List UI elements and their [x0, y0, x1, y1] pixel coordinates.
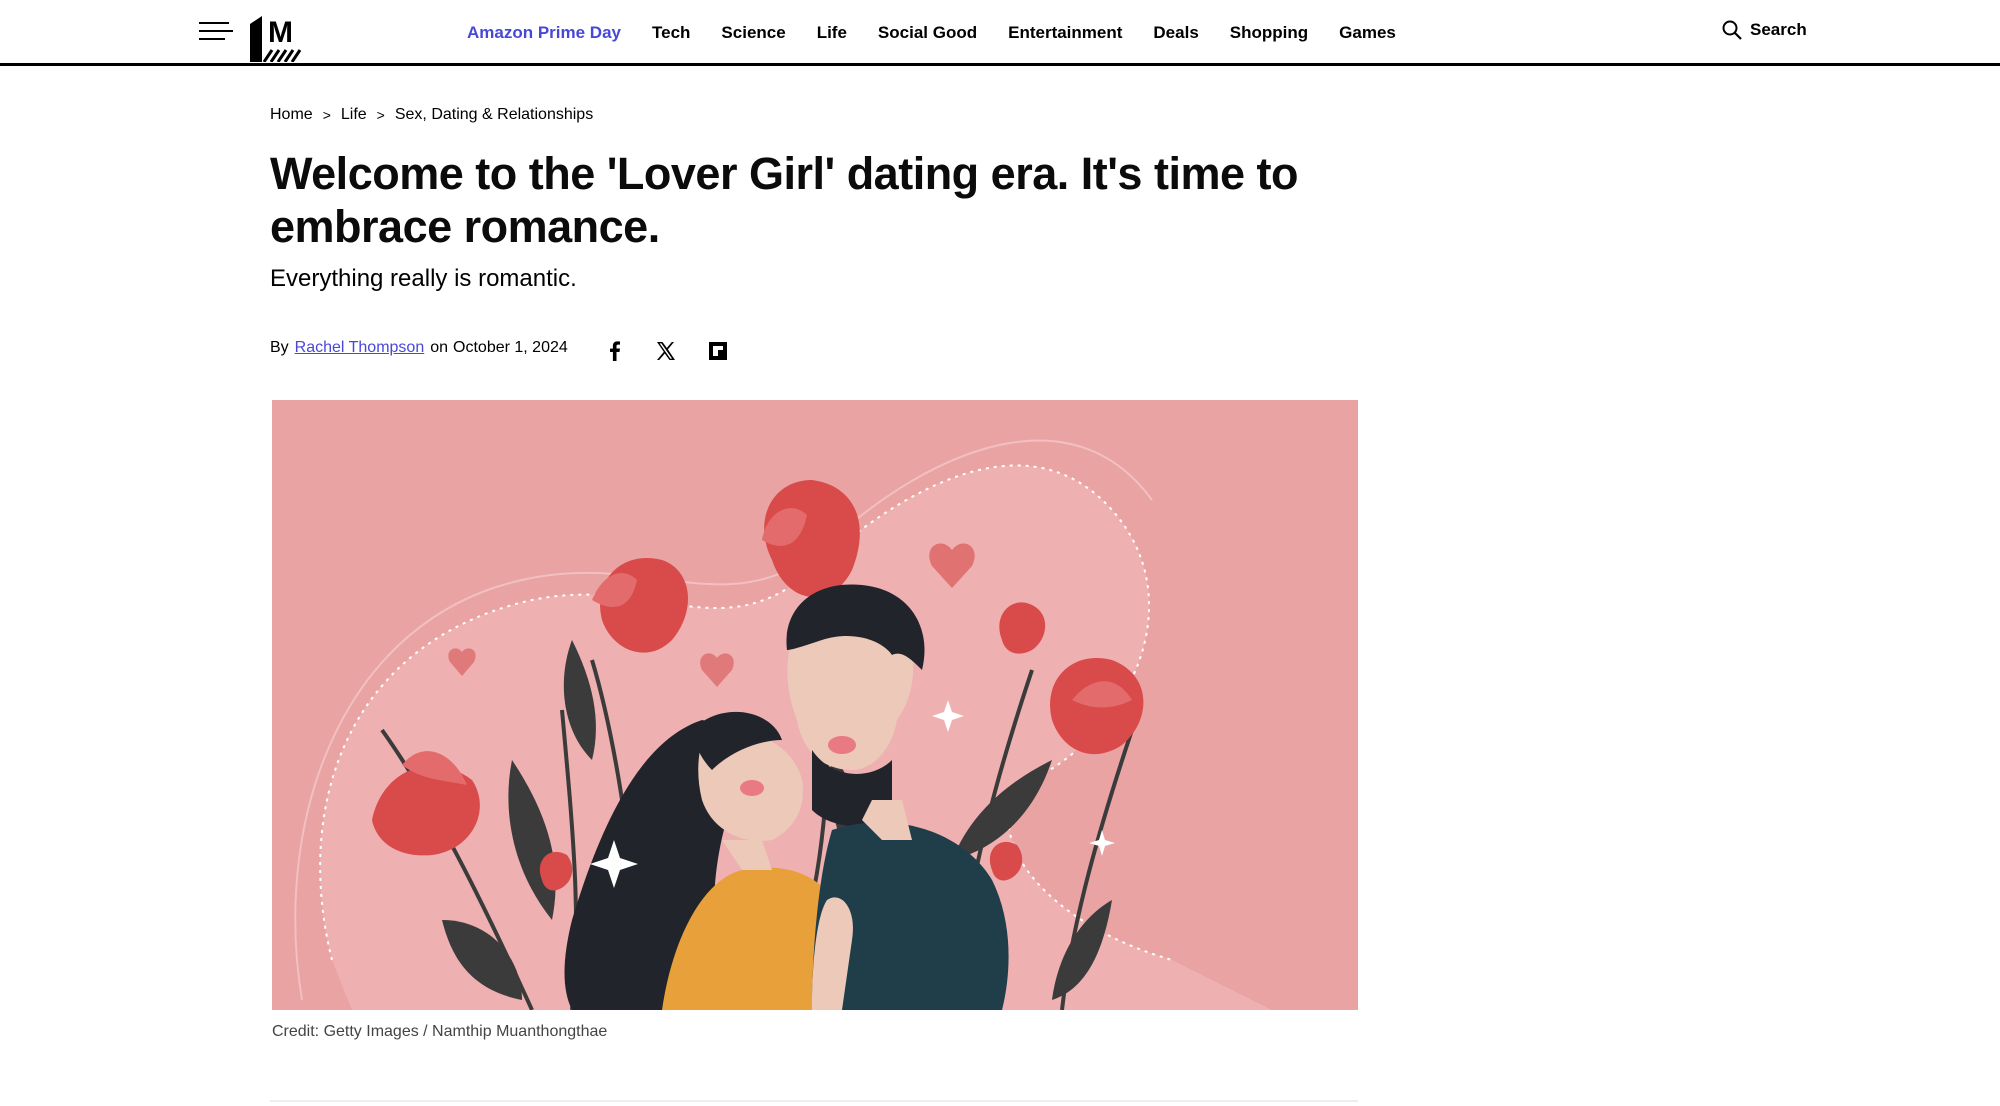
- breadcrumb-separator: >: [376, 107, 385, 123]
- facebook-icon[interactable]: [604, 340, 626, 362]
- main-nav: Amazon Prime Day Tech Science Life Socia…: [467, 20, 1427, 46]
- breadcrumb-sex-dating-relationships[interactable]: Sex, Dating & Relationships: [395, 106, 593, 124]
- nav-item-deals[interactable]: Deals: [1153, 23, 1198, 43]
- nav-item-amazon-prime-day[interactable]: Amazon Prime Day: [467, 23, 621, 43]
- search-icon: [1722, 20, 1742, 40]
- nav-item-social-good[interactable]: Social Good: [878, 23, 977, 43]
- nav-item-science[interactable]: Science: [721, 23, 785, 43]
- byline-date-prefix: on: [430, 339, 449, 356]
- search-label: Search: [1750, 20, 1807, 39]
- breadcrumb-home[interactable]: Home: [270, 106, 313, 124]
- article-dek: Everything really is romantic.: [270, 265, 577, 292]
- hero-image: [272, 400, 1358, 1010]
- divider: [270, 1100, 1358, 1102]
- nav-item-life[interactable]: Life: [817, 23, 847, 43]
- breadcrumb-separator: >: [322, 107, 331, 123]
- nav-item-tech[interactable]: Tech: [652, 23, 690, 43]
- breadcrumb: Home > Life > Sex, Dating & Relationship…: [270, 106, 593, 124]
- flipboard-icon[interactable]: [707, 340, 729, 362]
- logo-letter: M: [268, 16, 293, 49]
- nav-item-shopping[interactable]: Shopping: [1230, 23, 1308, 43]
- site-header: M Amazon Prime Day Tech Science Life Soc…: [0, 0, 2000, 66]
- author-link[interactable]: Rachel Thompson: [295, 339, 425, 357]
- byline: By Rachel Thompson on October 1, 2024: [270, 339, 568, 357]
- couple-illustration: [272, 400, 1358, 1010]
- article-headline: Welcome to the 'Lover Girl' dating era. …: [270, 148, 1298, 252]
- menu-icon[interactable]: [199, 20, 233, 44]
- breadcrumb-life[interactable]: Life: [341, 106, 367, 124]
- nav-item-entertainment[interactable]: Entertainment: [1008, 23, 1122, 43]
- site-logo[interactable]: M: [250, 14, 304, 62]
- image-credit: Credit: Getty Images / Namthip Muanthong…: [272, 1023, 608, 1040]
- x-icon[interactable]: [655, 340, 677, 362]
- search-button[interactable]: Search: [1722, 20, 1807, 40]
- publish-date: October 1, 2024: [453, 339, 568, 356]
- byline-by: By: [270, 339, 289, 356]
- nav-item-games[interactable]: Games: [1339, 23, 1396, 43]
